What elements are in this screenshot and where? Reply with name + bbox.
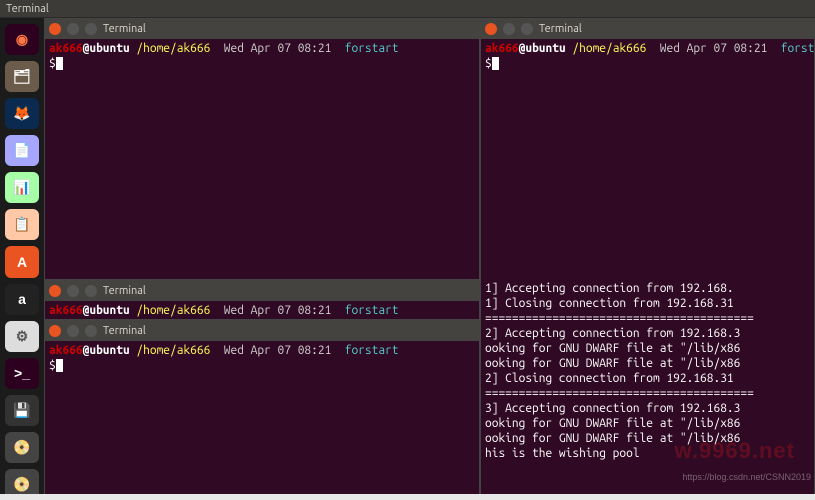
prompt: $ xyxy=(49,359,56,372)
terminal-body[interactable]: ak666@ubuntu /home/ak666 Wed Apr 07 08:2… xyxy=(481,39,814,499)
ps1-path: /home/ak666 xyxy=(136,42,210,55)
terminal-body[interactable]: ak666@ubuntu /home/ak666 Wed Apr 07 08:2… xyxy=(45,301,479,319)
ps1-user: ak666 xyxy=(49,42,83,55)
window-title: Terminal xyxy=(6,3,49,15)
maximize-icon[interactable] xyxy=(85,285,97,297)
ps1-cmd: forstart xyxy=(345,344,399,357)
launcher-dvd1[interactable]: 📀 xyxy=(5,432,39,463)
workspace: Terminal ak666@ubuntu /home/ak666 Wed Ap… xyxy=(44,18,815,500)
cursor xyxy=(56,359,63,372)
unity-launcher: ◉🗂🦊📄📊📋Aa⚙>_💾📀📀 xyxy=(0,18,44,500)
launcher-files[interactable]: 🗂 xyxy=(5,61,39,92)
ps1-path: /home/ak666 xyxy=(136,304,210,317)
watermark: w.9969.net xyxy=(675,438,795,464)
terminal-titlebar[interactable]: Terminal xyxy=(45,321,479,341)
minimize-icon[interactable] xyxy=(67,285,79,297)
ps1-host: ubuntu xyxy=(525,42,565,55)
ps1-user: ak666 xyxy=(49,304,83,317)
close-icon[interactable] xyxy=(49,325,61,337)
close-icon[interactable] xyxy=(485,23,497,35)
launcher-software-center[interactable]: A xyxy=(5,246,39,277)
launcher-terminal[interactable]: >_ xyxy=(5,358,39,389)
minimize-icon[interactable] xyxy=(67,325,79,337)
maximize-icon[interactable] xyxy=(85,325,97,337)
terminal-titlebar[interactable]: Terminal xyxy=(45,19,479,39)
launcher-calc[interactable]: 📊 xyxy=(5,172,39,203)
launcher-ubuntu-dash[interactable]: ◉ xyxy=(5,24,39,55)
prompt: $ xyxy=(485,57,492,70)
ps1-date: Wed Apr 07 08:21 xyxy=(224,344,332,357)
terminal-title: Terminal xyxy=(103,23,146,35)
cursor xyxy=(56,57,63,70)
ps1-cmd: forstart xyxy=(781,42,814,55)
ps1-cmd: forstart xyxy=(345,304,399,317)
ps1-path: /home/ak666 xyxy=(136,344,210,357)
terminal-body[interactable]: ak666@ubuntu /home/ak666 Wed Apr 07 08:2… xyxy=(45,341,479,499)
ps1-cmd: forstart xyxy=(345,42,399,55)
terminal-right[interactable]: Terminal ak666@ubuntu /home/ak666 Wed Ap… xyxy=(480,18,815,500)
terminal-mid-left[interactable]: Terminal ak666@ubuntu /home/ak666 Wed Ap… xyxy=(44,280,480,320)
host-taskbar xyxy=(0,494,815,500)
cursor xyxy=(492,57,499,70)
ps1-host: ubuntu xyxy=(89,344,129,357)
terminal-bottom-left[interactable]: Terminal ak666@ubuntu /home/ak666 Wed Ap… xyxy=(44,320,480,500)
terminal-titlebar[interactable]: Terminal xyxy=(45,281,479,301)
url-watermark: https://blog.csdn.net/CSNN2019 xyxy=(682,472,811,482)
maximize-icon[interactable] xyxy=(85,23,97,35)
launcher-writer[interactable]: 📄 xyxy=(5,135,39,166)
launcher-impress[interactable]: 📋 xyxy=(5,209,39,240)
ps1-user: ak666 xyxy=(49,344,83,357)
terminal-title: Terminal xyxy=(103,325,146,337)
ps1-user: ak666 xyxy=(485,42,519,55)
ps1-host: ubuntu xyxy=(89,304,129,317)
close-icon[interactable] xyxy=(49,23,61,35)
launcher-amazon[interactable]: a xyxy=(5,284,39,315)
terminal-top-left[interactable]: Terminal ak666@ubuntu /home/ak666 Wed Ap… xyxy=(44,18,480,280)
minimize-icon[interactable] xyxy=(503,23,515,35)
maximize-icon[interactable] xyxy=(521,23,533,35)
terminal-title: Terminal xyxy=(539,23,582,35)
launcher-settings[interactable]: ⚙ xyxy=(5,321,39,352)
terminal-title: Terminal xyxy=(103,285,146,297)
launcher-firefox[interactable]: 🦊 xyxy=(5,98,39,129)
window-top-bar: Terminal xyxy=(0,0,815,18)
minimize-icon[interactable] xyxy=(67,23,79,35)
close-icon[interactable] xyxy=(49,285,61,297)
ps1-date: Wed Apr 07 08:21 xyxy=(224,42,332,55)
terminal-titlebar[interactable]: Terminal xyxy=(481,19,814,39)
terminal-output: 1] Accepting connection from 192.168. 1]… xyxy=(485,282,754,460)
launcher-disk[interactable]: 💾 xyxy=(5,395,39,426)
ps1-path: /home/ak666 xyxy=(572,42,646,55)
ps1-date: Wed Apr 07 08:21 xyxy=(660,42,768,55)
ps1-date: Wed Apr 07 08:21 xyxy=(224,304,332,317)
terminal-body[interactable]: ak666@ubuntu /home/ak666 Wed Apr 07 08:2… xyxy=(45,39,479,279)
prompt: $ xyxy=(49,57,56,70)
ps1-host: ubuntu xyxy=(89,42,129,55)
